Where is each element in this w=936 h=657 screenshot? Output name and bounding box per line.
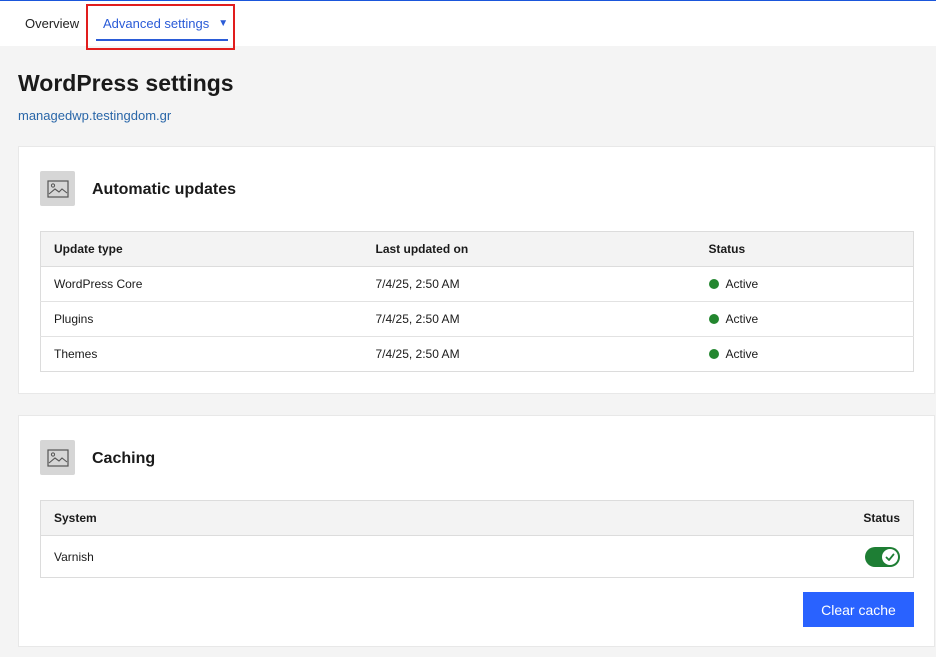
column-header-status: Status — [496, 500, 914, 536]
site-domain-link[interactable]: managedwp.testingdom.gr — [18, 108, 171, 123]
status-text: Active — [725, 312, 759, 326]
caching-title: Caching — [92, 450, 156, 467]
caret-down-icon: ▼ — [218, 17, 229, 29]
update-type-cell: Themes — [54, 347, 98, 361]
status-dot-icon — [708, 279, 719, 289]
tab-bar: Overview Advanced settings ▼ — [0, 1, 936, 46]
varnish-toggle[interactable] — [865, 546, 900, 567]
status-dot-icon — [708, 314, 719, 324]
table-row: Varnish — [41, 536, 914, 578]
status-text: Active — [725, 277, 759, 291]
status-cell: Active — [696, 337, 914, 372]
update-type-cell: Plugins — [40, 301, 363, 337]
tab-overview[interactable]: Overview — [25, 1, 79, 45]
column-header-last-updated: Last updated on — [362, 231, 696, 267]
column-header-system: System — [40, 500, 497, 536]
column-header-status: Status — [695, 231, 914, 267]
automatic-updates-card: Automatic updates Update type Last updat… — [18, 146, 935, 394]
active-tab-indicator — [96, 39, 228, 41]
column-header-update-type: Update type — [40, 231, 363, 267]
table-row: Themes 7/4/25, 2:50 AM Active — [41, 337, 914, 372]
status-cell — [497, 536, 914, 578]
table-header-row: Update type Last updated on Status — [40, 231, 914, 267]
table-row: Plugins 7/4/25, 2:50 AM Active — [40, 301, 914, 337]
status-text: Active — [725, 347, 759, 361]
tab-advanced-settings-label: Advanced settings — [103, 15, 210, 31]
tab-overview-label: Overview — [25, 15, 80, 31]
last-updated-cell: 7/4/25, 2:50 AM — [362, 301, 696, 337]
caching-card: Caching System Status Varnish Clear cach… — [18, 415, 935, 647]
automatic-updates-title: Automatic updates — [92, 181, 237, 198]
table-header-row: System Status — [40, 500, 914, 536]
clear-cache-button[interactable]: Clear cache — [803, 592, 914, 627]
check-icon — [882, 548, 898, 565]
last-updated-cell: 7/4/25, 2:50 AM — [375, 347, 460, 361]
last-updated-cell: 7/4/25, 2:50 AM — [362, 266, 696, 302]
table-row: WordPress Core 7/4/25, 2:50 AM Active — [40, 266, 914, 302]
status-cell: Active — [695, 301, 914, 337]
image-icon — [40, 171, 75, 206]
update-type-cell: WordPress Core — [40, 266, 363, 302]
page-title: WordPress settings — [18, 70, 234, 96]
system-cell: Varnish — [54, 549, 94, 564]
status-dot-icon — [708, 349, 719, 359]
caching-table: System Status Varnish — [40, 500, 914, 578]
status-cell: Active — [695, 266, 914, 302]
automatic-updates-table: Update type Last updated on Status WordP… — [40, 231, 914, 372]
image-icon — [40, 440, 75, 475]
